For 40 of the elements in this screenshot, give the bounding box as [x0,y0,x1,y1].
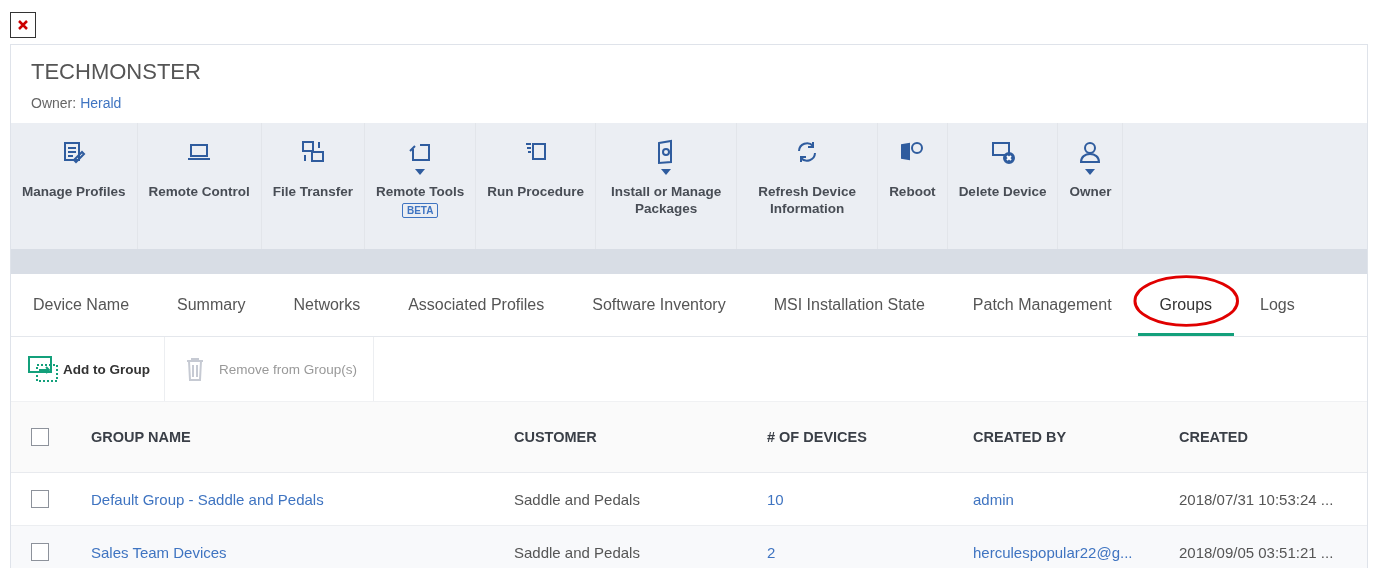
caret-icon [661,169,672,175]
table-cell-text: 2018/07/31 10:53:24 ... [1179,490,1335,508]
table-cell-text: Saddle and Pedals [514,543,641,561]
device-name: TECHMONSTER [31,59,202,85]
tab[interactable]: Device Name [11,274,152,336]
monitor-delete-icon [989,139,1016,165]
tab[interactable]: Patch Management [950,274,1134,336]
table-link[interactable]: 10 [767,490,973,508]
beta-badge: BETA [401,203,439,218]
column-header[interactable]: # OF DEVICES [767,429,973,445]
owner-link[interactable]: Herald [80,95,122,111]
table-link[interactable]: herculespopular22@g... [973,543,1179,561]
tab[interactable]: Groups [1137,274,1235,336]
file-transfer-icon [299,139,326,165]
add-to-group-icon [27,355,59,383]
column-header[interactable]: CREATED BY [973,429,1179,445]
tab[interactable]: Logs [1238,274,1317,336]
table-link[interactable]: Sales Team Devices [91,543,514,561]
table-cell-text: 2018/09/05 03:51:21 ... [1179,543,1335,561]
table-link[interactable]: Default Group - Saddle and Pedals [91,490,514,508]
table-link[interactable]: 2 [767,543,973,561]
caret-icon [1085,169,1096,175]
column-header[interactable]: GROUP NAME [91,429,514,445]
column-header[interactable]: CUSTOMER [514,429,767,445]
table-link[interactable]: admin [973,490,1179,508]
tab[interactable]: MSI Installation State [751,274,947,336]
column-header[interactable]: CREATED [1179,429,1367,445]
tab[interactable]: Networks [271,274,383,336]
action-button[interactable]: Add to Group [11,337,165,401]
row-checkbox[interactable] [31,543,49,561]
tab[interactable]: Software Inventory [570,274,748,336]
table-cell-text: Saddle and Pedals [514,490,641,508]
owner-label: Owner: [31,95,77,111]
broken-image-icon [10,12,36,38]
caret-icon [415,169,426,175]
tab[interactable]: Summary [155,274,268,336]
trash-icon [185,357,205,381]
select-all-checkbox[interactable] [31,428,49,446]
tab[interactable]: Associated Profiles [386,274,567,336]
row-checkbox[interactable] [31,490,49,508]
